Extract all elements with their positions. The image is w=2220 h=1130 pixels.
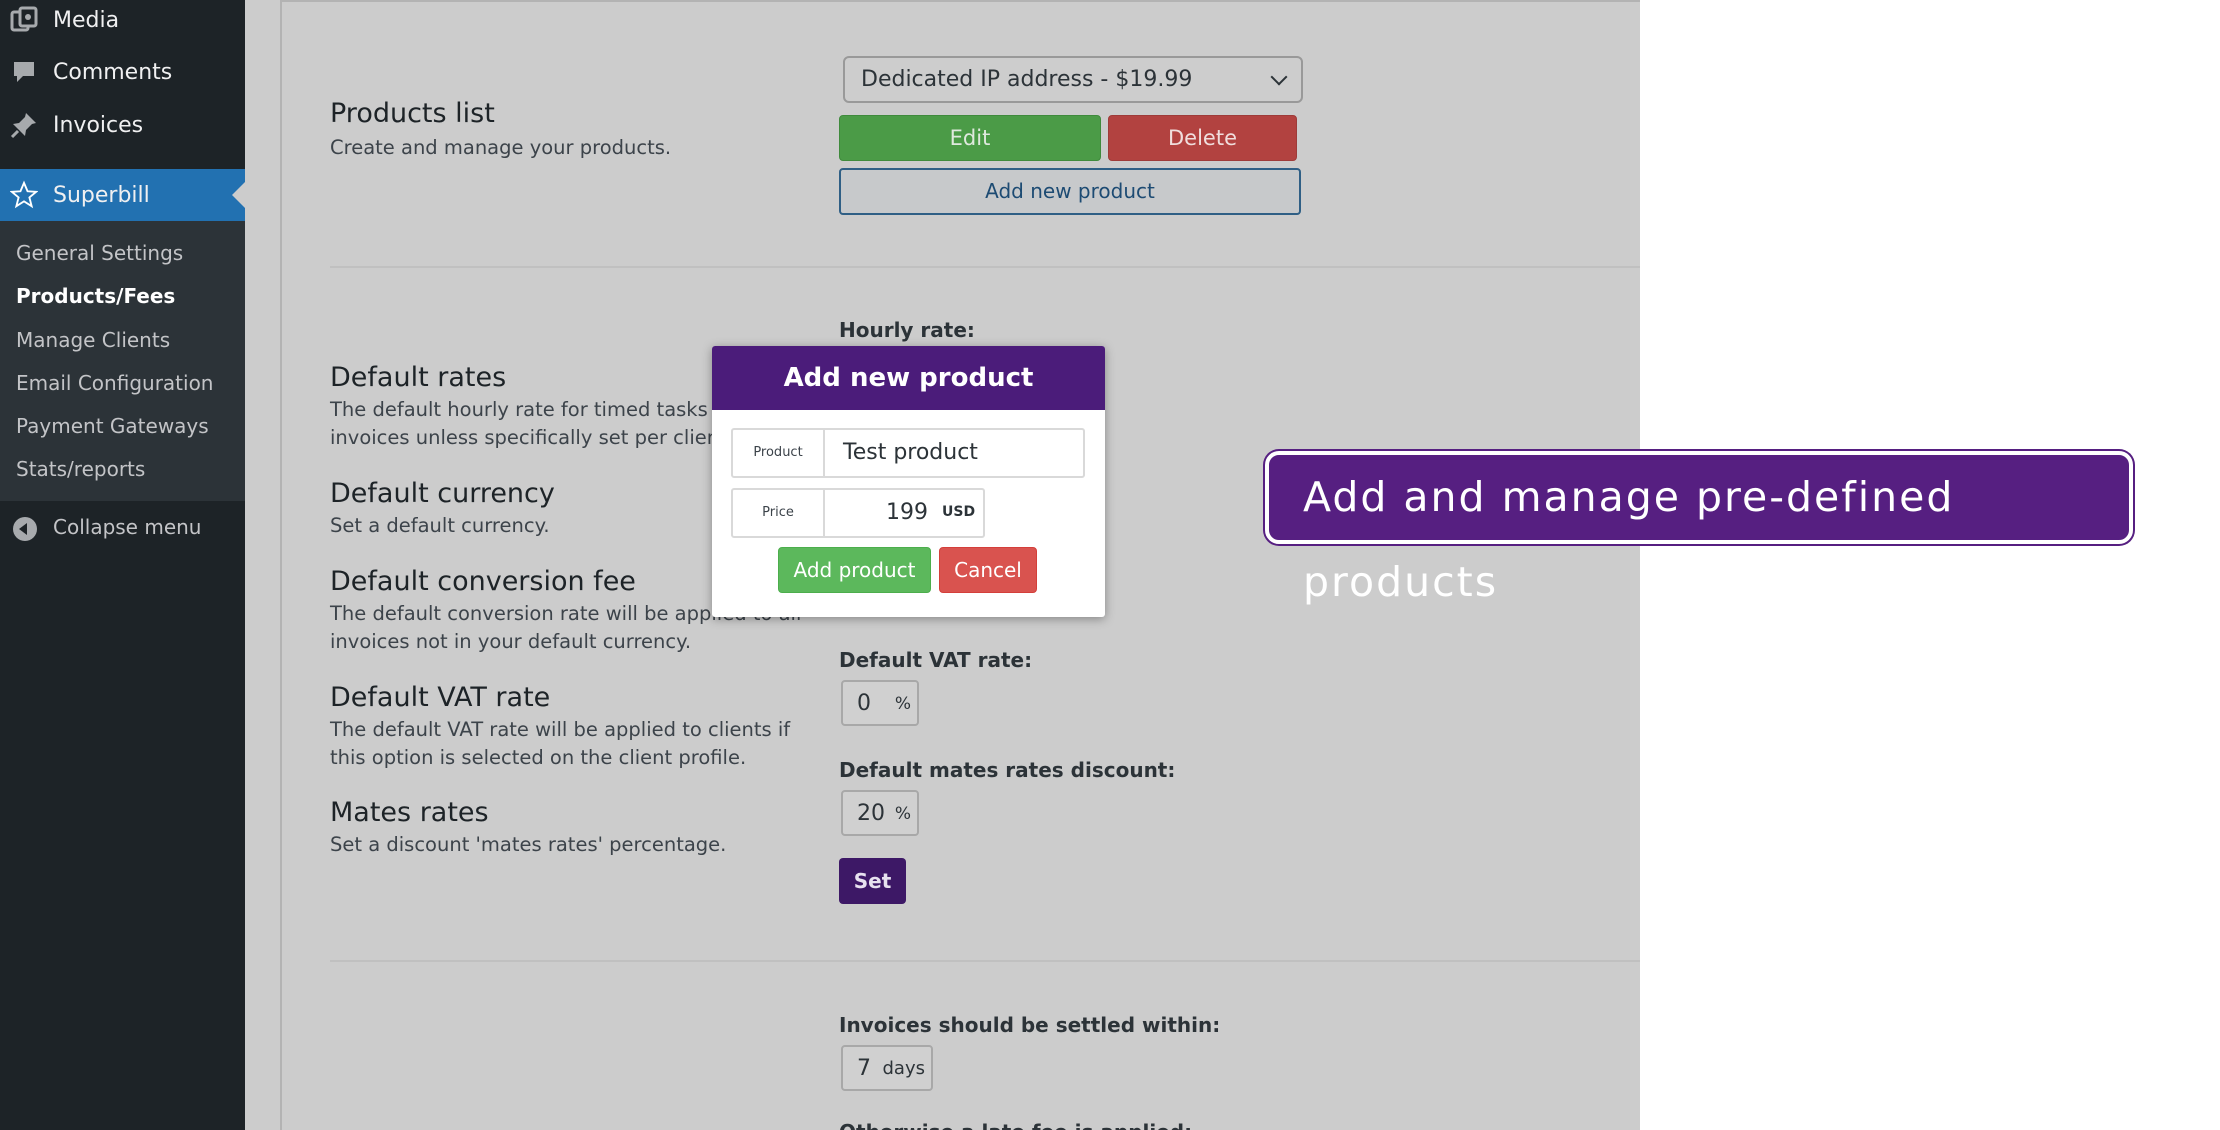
- product-name-value: Test product: [843, 440, 978, 465]
- price-field[interactable]: Price 199 USD: [731, 488, 985, 538]
- add-product-button[interactable]: Add product: [778, 547, 931, 593]
- edit-button[interactable]: Edit: [839, 115, 1101, 161]
- vat-desc-line1: The default VAT rate will be applied to …: [330, 718, 791, 741]
- set-button[interactable]: Set: [839, 858, 906, 904]
- submenu-products-fees[interactable]: Products/Fees: [16, 284, 175, 308]
- mates-desc: Set a discount 'mates rates' percentage.: [330, 833, 727, 856]
- default-rates-desc-line2: invoices unless specifically set per cli…: [330, 426, 733, 449]
- hourly-rate-label: Hourly rate:: [839, 318, 975, 342]
- star-icon: [10, 180, 38, 209]
- submenu-general-settings[interactable]: General Settings: [16, 241, 183, 265]
- mates-discount-label: Default mates rates discount:: [839, 758, 1176, 782]
- vat-desc-line2: this option is selected on the client pr…: [330, 746, 747, 769]
- active-indicator: [232, 182, 245, 208]
- menu-item-label: Media: [53, 7, 120, 33]
- modal-title: Add new product: [712, 346, 1105, 410]
- price-field-label: Price: [733, 490, 825, 536]
- mates-discount-unit: %: [894, 804, 911, 824]
- pin-icon: [10, 111, 38, 139]
- menu-item-comments[interactable]: Comments: [0, 46, 245, 98]
- vat-rate-label: Default VAT rate:: [839, 648, 1033, 672]
- late-fee-label: Otherwise a late fee is applied:: [839, 1120, 1192, 1130]
- settle-days-unit: days: [882, 1058, 926, 1079]
- submenu-stats-reports[interactable]: Stats/reports: [16, 457, 145, 481]
- delete-button[interactable]: Delete: [1108, 115, 1297, 161]
- submenu-email-configuration[interactable]: Email Configuration: [16, 371, 213, 395]
- mates-discount-value: 20: [857, 801, 885, 826]
- vat-heading: Default VAT rate: [330, 682, 551, 713]
- add-product-modal: Add new product Product Test product Pri…: [712, 346, 1105, 617]
- section-divider: [330, 960, 1640, 962]
- menu-item-media[interactable]: Media: [0, 0, 245, 46]
- vat-rate-unit: %: [894, 694, 911, 714]
- product-field-label: Product: [733, 430, 825, 476]
- product-name-field[interactable]: Product Test product: [731, 428, 1085, 478]
- submenu-payment-gateways[interactable]: Payment Gateways: [16, 414, 209, 438]
- collapse-icon: [13, 517, 37, 541]
- default-rates-desc-line1: The default hourly rate for timed tasks …: [330, 398, 734, 421]
- menu-item-invoices[interactable]: Invoices: [0, 99, 245, 151]
- settle-days-value: 7: [857, 1056, 871, 1081]
- media-icon: [10, 6, 38, 34]
- menu-item-label: Comments: [53, 59, 173, 85]
- conversion-heading: Default conversion fee: [330, 566, 636, 597]
- default-rates-heading: Default rates: [330, 362, 507, 393]
- section-divider: [330, 266, 1640, 268]
- menu-item-label: Invoices: [53, 112, 144, 138]
- product-select[interactable]: Dedicated IP address - $19.99: [843, 56, 1303, 103]
- cancel-button[interactable]: Cancel: [939, 547, 1037, 593]
- collapse-menu-button[interactable]: Collapse menu: [0, 502, 245, 554]
- conversion-desc-line2: invoices not in your default currency.: [330, 630, 692, 653]
- comment-icon: [10, 58, 38, 86]
- feature-callout-banner: Add and manage pre-defined products: [1265, 451, 2133, 606]
- collapse-label: Collapse menu: [53, 515, 202, 539]
- mates-heading: Mates rates: [330, 797, 489, 828]
- vat-rate-input[interactable]: 0 %: [841, 680, 919, 726]
- superbill-submenu: General Settings Products/Fees Manage Cl…: [0, 221, 245, 501]
- settle-days-input[interactable]: 7 days: [841, 1045, 933, 1091]
- currency-heading: Default currency: [330, 478, 555, 509]
- price-unit: USD: [942, 504, 976, 520]
- admin-sidebar: Media Comments Invoices Superbill Genera…: [0, 0, 245, 1130]
- price-value: 199: [886, 500, 928, 525]
- add-new-product-button[interactable]: Add new product: [839, 168, 1301, 215]
- product-select-value: Dedicated IP address - $19.99: [861, 67, 1193, 92]
- products-desc: Create and manage your products.: [330, 136, 672, 159]
- menu-item-superbill[interactable]: Superbill: [0, 169, 245, 221]
- products-heading: Products list: [330, 98, 495, 129]
- mates-discount-input[interactable]: 20 %: [841, 790, 919, 836]
- settle-label: Invoices should be settled within:: [839, 1013, 1221, 1037]
- currency-desc: Set a default currency.: [330, 514, 550, 537]
- menu-item-label: Superbill: [53, 182, 150, 208]
- vat-rate-value: 0: [857, 691, 871, 716]
- chevron-down-icon: [1270, 68, 1288, 86]
- submenu-manage-clients[interactable]: Manage Clients: [16, 328, 170, 352]
